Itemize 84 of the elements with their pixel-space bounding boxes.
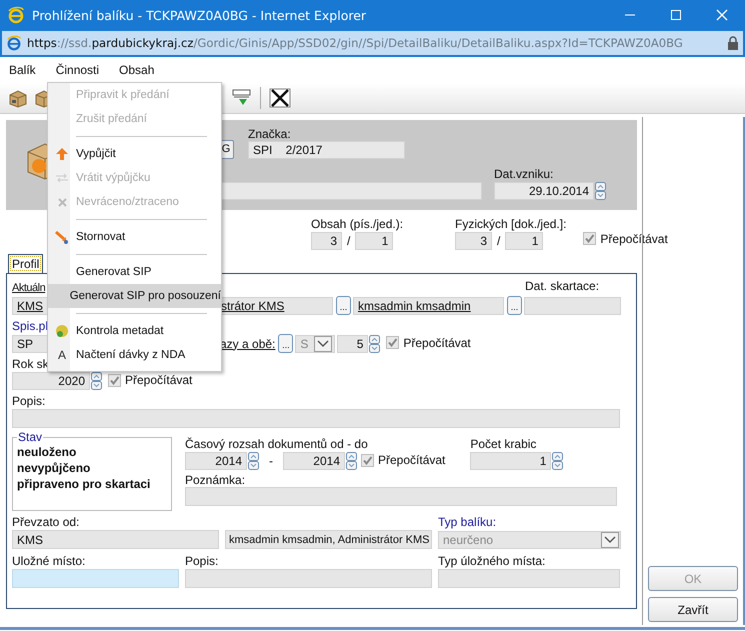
year-field[interactable]: 2014: [185, 452, 247, 470]
date-field[interactable]: [524, 296, 621, 314]
menu-item[interactable]: Obsah: [119, 63, 154, 77]
spin-button[interactable]: [248, 452, 259, 470]
text-field[interactable]: [185, 487, 617, 506]
menu-item[interactable]: Generovat SIP pro posouzení: [48, 284, 221, 308]
text-field[interactable]: [12, 569, 179, 588]
field-label: Poznámka:: [185, 474, 246, 487]
spin-button[interactable]: [346, 452, 357, 470]
field-label: Popis:: [185, 555, 220, 568]
field-label: Aktuáln: [12, 282, 46, 294]
up-arrow-icon: [55, 147, 69, 161]
browse-button[interactable]: ...: [278, 334, 294, 353]
checkbox[interactable]: [108, 374, 121, 387]
field-label: Značka:: [248, 128, 292, 141]
maximize-icon[interactable]: [670, 9, 682, 21]
checkbox[interactable]: [361, 454, 374, 467]
text-field[interactable]: kmsadmin kmsadmin, Administrátor KMS: [225, 530, 432, 549]
field-label: Typ úložného místa:: [438, 555, 546, 568]
status-text: neuloženo: [17, 444, 78, 460]
field-label: Převzato od:: [12, 516, 80, 529]
spin-button[interactable]: [369, 334, 380, 352]
menu-item[interactable]: Generovat SIP: [48, 260, 221, 284]
spin-button[interactable]: [595, 182, 606, 200]
cross-icon: [58, 198, 66, 206]
number-field[interactable]: 3: [455, 232, 492, 250]
arrows-icon: [55, 173, 69, 183]
year-field[interactable]: 2014: [283, 452, 345, 470]
browser-logo-icon: [7, 6, 25, 24]
spin-button[interactable]: [91, 372, 102, 390]
number-field[interactable]: 5: [337, 334, 368, 352]
address-bar[interactable]: https://ssd.pardubickykraj.cz/Gordic/Ginis/App/SSD02/gin//Spi/DetailBaliku/DetailBaliku.aspx?Id=TCKPAWZ0A0BG: [2, 31, 743, 55]
field-label: Uložné místo:: [12, 555, 86, 568]
field-label: Počet krabic: [470, 438, 538, 451]
checkbox[interactable]: [583, 232, 596, 245]
undo-arrow-icon: [55, 230, 69, 244]
menu-item[interactable]: Kontrola metadat: [48, 319, 221, 343]
field-label: Popis:: [12, 395, 46, 408]
browse-button[interactable]: ...: [507, 296, 522, 315]
field-label: Fyzických [dok./jed.]:: [455, 218, 566, 231]
number-field[interactable]: 1: [355, 232, 394, 250]
checkbox[interactable]: [386, 336, 400, 350]
range-dash: -: [269, 454, 273, 468]
field-label: Dat. skartace:: [525, 280, 600, 295]
checkbox-label: Přepočítávat: [403, 336, 471, 350]
date-field[interactable]: 29.10.2014: [494, 182, 594, 200]
field-label: Typ balíku:: [438, 516, 496, 529]
menu-glyph-icon: A: [58, 348, 66, 362]
menu-item[interactable]: A Načtení dávky z NDA: [48, 343, 221, 367]
field-label: Obsah (pís./jed.):: [311, 218, 404, 231]
spin-button[interactable]: [552, 452, 564, 470]
menu-item[interactable]: Vypůjčit: [48, 142, 221, 166]
box-icon[interactable]: [8, 88, 28, 108]
number-field[interactable]: 3: [311, 232, 342, 250]
status-text: připraveno pro skartaci: [17, 476, 152, 492]
checkbox-label: Přepočítávat: [600, 232, 668, 246]
browser-logo-icon: [6, 35, 22, 51]
checkbox-label: Přepočítávat: [378, 453, 446, 468]
dialog-button[interactable]: Zavřít: [648, 597, 738, 622]
text-field[interactable]: [438, 569, 620, 588]
window-title: Prohlížení balíku - TCKPAWZ0A0BG - Internet Explorer: [32, 8, 366, 22]
number-field[interactable]: 1: [470, 452, 552, 470]
menu-item[interactable]: Činnosti: [56, 63, 100, 77]
field-label: Časový rozsah dokumentů od - do: [185, 438, 369, 451]
text-field[interactable]: kmsadmin kmsadmin: [353, 296, 504, 314]
menu-item[interactable]: Balík: [9, 63, 36, 77]
separator-text: /: [347, 234, 350, 248]
text-field[interactable]: KMS: [12, 530, 219, 549]
browse-button[interactable]: ...: [336, 296, 351, 315]
text-field[interactable]: [12, 409, 620, 428]
separator-text: /: [497, 234, 500, 248]
text-field[interactable]: [185, 569, 432, 588]
close-icon[interactable]: [269, 88, 291, 108]
menu-item[interactable]: Stornovat: [48, 225, 221, 249]
field-label: Dat.vzniku:: [494, 168, 554, 181]
text-field[interactable]: SPI 2/2017: [248, 141, 405, 159]
number-field[interactable]: 1: [505, 232, 544, 250]
checkbox-label: Přepočítávat: [125, 373, 192, 388]
lock-icon: [727, 36, 739, 50]
tab[interactable]: Profil: [8, 254, 44, 273]
number-field[interactable]: 2020: [12, 372, 90, 390]
field-label: Spis.pl: [12, 320, 48, 333]
group-title: Stav: [17, 430, 44, 444]
status-text: nevypůjčeno: [17, 460, 92, 476]
